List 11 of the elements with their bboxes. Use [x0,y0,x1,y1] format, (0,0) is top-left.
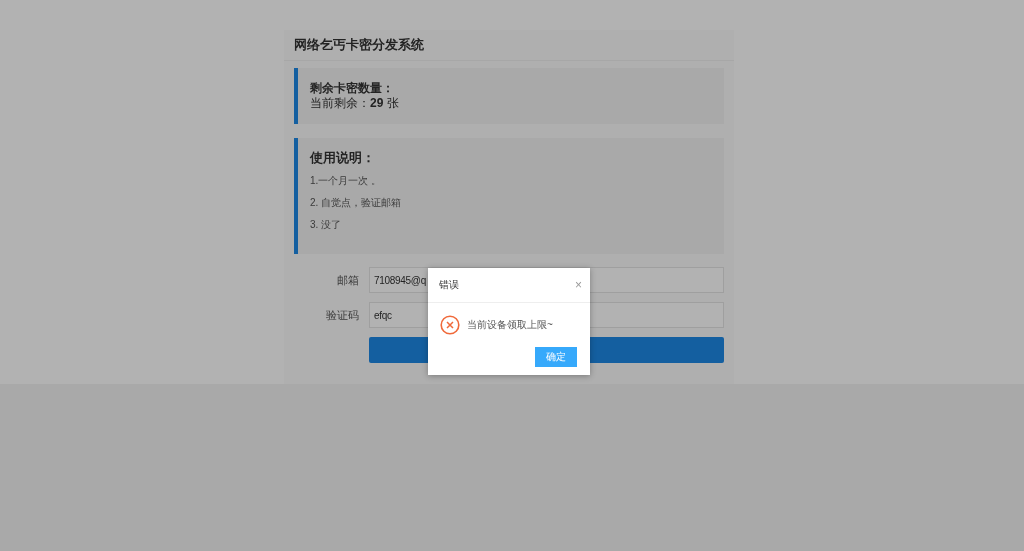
dialog-title: 错误 [439,278,459,292]
dialog-message: 当前设备领取上限~ [467,318,553,332]
instruction-text: 1.一个月一次 。 [310,175,383,187]
page-title: 网络乞丐卡密分发系统 [294,36,424,54]
stock-heading: 剩余卡密数量： [310,81,395,96]
stock-count-text: 当前剩余：29 张 [310,96,400,111]
instruction-text: 2. 自觉点，验证邮箱 [310,197,403,209]
field-label: 邮箱 [336,272,360,288]
instructions-heading: 使用说明： [310,149,376,167]
instruction-text: 3. 没了 [310,219,343,231]
field-label: 验证码 [325,307,360,323]
